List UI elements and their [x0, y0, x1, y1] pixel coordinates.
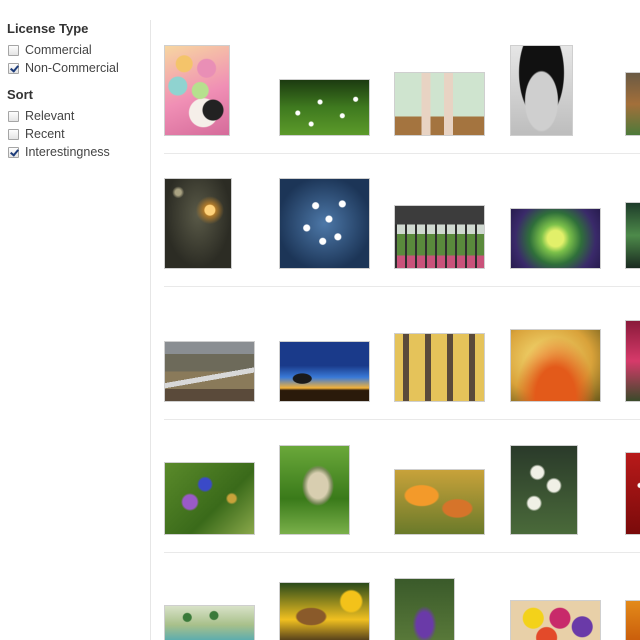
photo-skull-girl-flowers[interactable] — [164, 45, 230, 136]
commercial-label: Commercial — [25, 43, 92, 57]
recent-checkbox[interactable] — [8, 128, 19, 140]
sort-heading: Sort — [7, 87, 33, 102]
sort-relevant[interactable]: Relevant — [8, 109, 74, 123]
photo-mountain-stream[interactable] — [164, 341, 255, 402]
photo-dandelion-dark[interactable] — [164, 178, 232, 269]
photo-hummingbird-blue-flower[interactable] — [164, 462, 255, 535]
photo-daisy-field[interactable] — [279, 79, 370, 136]
photo-lone-tree-sunset[interactable] — [279, 341, 370, 402]
filter-commercial[interactable]: Commercial — [8, 43, 92, 57]
photo-yellow-building-windows[interactable] — [394, 333, 485, 402]
photo-greenhouse-garden[interactable] — [394, 205, 485, 269]
photo-blue-daisies[interactable] — [279, 178, 370, 269]
commercial-checkbox[interactable] — [8, 44, 19, 56]
interestingness-label: Interestingness — [25, 145, 110, 159]
interestingness-checkbox[interactable] — [8, 146, 19, 158]
photo-partial-image[interactable] — [625, 320, 640, 402]
photo-orange-lily[interactable] — [394, 469, 485, 535]
photo-butterfly-sunflower[interactable] — [279, 582, 370, 640]
photo-feather-headdress-portrait[interactable] — [510, 45, 573, 136]
non-commercial-checkbox[interactable] — [8, 62, 19, 74]
photo-orange-flower-closeup[interactable] — [510, 329, 601, 402]
photo-miniature-landscape[interactable] — [164, 605, 255, 640]
photo-white-orchids[interactable] — [510, 445, 578, 535]
recent-label: Recent — [25, 127, 65, 141]
photo-partial-image[interactable] — [625, 202, 640, 269]
row-divider — [164, 286, 640, 287]
photo-partial-image[interactable] — [625, 72, 640, 136]
photo-hummingbird-perched[interactable] — [279, 445, 350, 535]
photo-purple-lupine[interactable] — [394, 578, 455, 640]
photo-partial-image[interactable] — [625, 600, 640, 640]
row-divider — [164, 552, 640, 553]
relevant-checkbox[interactable] — [8, 110, 19, 122]
photo-legs-white-boots[interactable] — [394, 72, 485, 136]
photo-green-succulent[interactable] — [510, 208, 601, 269]
non-commercial-label: Non-Commercial — [25, 61, 119, 75]
filter-sidebar: License Type Commercial Non-Commercial S… — [0, 0, 150, 640]
photo-partial-image[interactable] — [625, 452, 640, 535]
filter-non-commercial[interactable]: Non-Commercial — [8, 61, 119, 75]
photo-grid — [151, 0, 640, 640]
sort-recent[interactable]: Recent — [8, 127, 65, 141]
row-divider — [164, 153, 640, 154]
row-divider — [164, 419, 640, 420]
photo-colorful-flower-bouquet[interactable] — [510, 600, 601, 640]
relevant-label: Relevant — [25, 109, 75, 123]
license-type-heading: License Type — [7, 21, 89, 36]
sort-interestingness[interactable]: Interestingness — [8, 145, 110, 159]
